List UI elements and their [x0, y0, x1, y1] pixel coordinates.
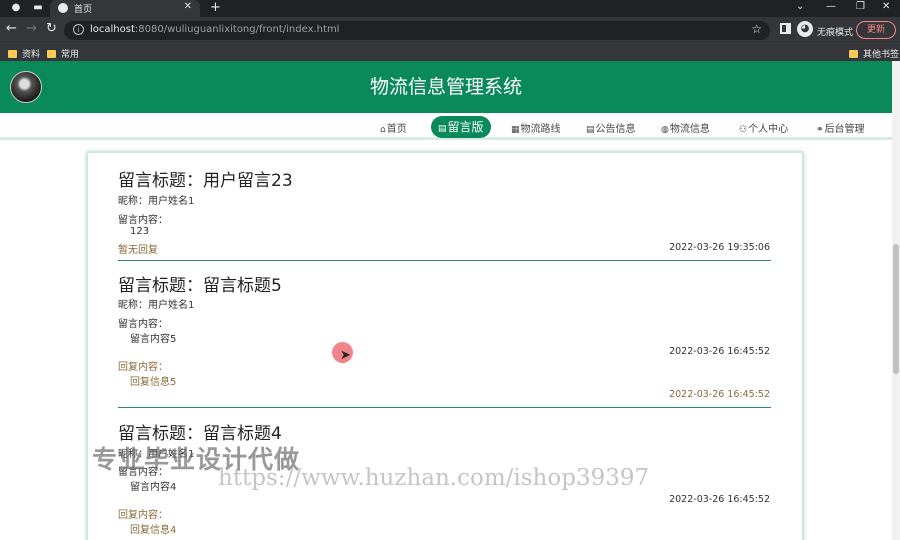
message-time: 2022-03-26 16:45:52	[669, 494, 770, 505]
message-content-label: 留言内容：	[118, 215, 168, 226]
close-icon[interactable]: ✕	[184, 1, 192, 12]
route-icon: ▦	[511, 125, 520, 135]
reply-label: 回复内容：	[118, 362, 168, 373]
nav-item-home[interactable]: ⌂首页	[380, 120, 407, 135]
main-nav: ⌂首页 ▤留言版 ▦物流路线 ▤公告信息 ◍物流信息 ⚇个人中心 ⚭后台管理	[0, 113, 892, 140]
message-content: 留言内容4	[130, 482, 177, 493]
message-content: 123	[130, 226, 150, 237]
user-icon: ⚇	[739, 125, 748, 135]
window-close-icon[interactable]: ✕	[882, 1, 890, 12]
url-text[interactable]: localhost:8080/wuliuguanlixitong/front/i…	[90, 24, 339, 35]
info-icon[interactable]: i	[73, 24, 84, 35]
reload-icon[interactable]: ↻	[46, 22, 57, 36]
minimize-icon[interactable]: —	[826, 1, 836, 12]
tab-title: 首页	[74, 5, 93, 15]
no-reply-label: 暂无回复	[118, 245, 158, 256]
incognito-icon[interactable]: ◕	[797, 21, 813, 37]
message-icon: ▤	[438, 124, 447, 134]
site-header: 物流信息管理系统	[0, 61, 892, 113]
mouse-pointer-icon: ➤	[340, 348, 351, 363]
bookmark-star-icon[interactable]: ☆	[751, 22, 762, 36]
message-content-label: 留言内容：	[118, 319, 168, 330]
site-title: 物流信息管理系统	[369, 76, 522, 98]
reply-content: 回复信息5	[130, 377, 177, 388]
divider	[118, 407, 771, 408]
side-panel-icon[interactable]	[780, 23, 791, 34]
bookmark-folder-2[interactable]: 常用	[47, 47, 79, 60]
bookmark-folder-1[interactable]: 资料	[8, 47, 40, 60]
scrollbar-thumb[interactable]	[893, 244, 899, 374]
bookmarks-bar: 资料 常用 其他书签	[0, 43, 900, 61]
chevron-down-icon[interactable]: ⌄	[796, 1, 804, 12]
message-title: 留言标题：用户留言23	[118, 171, 293, 191]
browser-menu-icon[interactable]: ●	[10, 2, 22, 14]
forward-icon[interactable]: →	[26, 22, 37, 36]
folder-icon	[849, 50, 858, 58]
reply-content: 回复信息4	[130, 525, 177, 536]
browser-tab-bar: ● ▬ 首页 ✕ + ⌄ — ❐ ✕	[0, 0, 900, 17]
other-bookmarks[interactable]: 其他书签	[849, 47, 899, 60]
nav-item-logistics[interactable]: ◍物流信息	[661, 120, 710, 135]
tab-icon[interactable]: ▬	[32, 2, 44, 14]
message-title: 留言标题：留言标题5	[118, 276, 282, 296]
folder-icon	[8, 50, 17, 58]
message-content: 留言内容5	[130, 334, 177, 345]
home-icon: ⌂	[380, 125, 386, 135]
scrollbar[interactable]	[892, 61, 900, 540]
divider	[118, 260, 771, 261]
nav-item-admin[interactable]: ⚭后台管理	[816, 120, 865, 135]
nav-item-notices[interactable]: ▤公告信息	[586, 120, 636, 135]
globe-icon: ◍	[661, 125, 669, 135]
link-icon: ⚭	[816, 125, 824, 135]
browser-toolbar: ← → ↻ i localhost:8080/wuliuguanlixitong…	[0, 17, 900, 43]
notice-icon: ▤	[586, 125, 595, 135]
nav-item-profile[interactable]: ⚇个人中心	[739, 120, 788, 135]
address-bar[interactable]: i localhost:8080/wuliuguanlixitong/front…	[64, 21, 770, 40]
nav-item-routes[interactable]: ▦物流路线	[511, 120, 561, 135]
back-icon[interactable]: ←	[6, 22, 17, 36]
message-nickname: 昵称：用户姓名1	[118, 196, 195, 207]
nav-item-guestbook[interactable]: ▤留言版	[431, 116, 491, 138]
watermark-url: https://www.huzhan.com/ishop39397	[218, 465, 650, 491]
reply-label: 回复内容：	[118, 510, 168, 521]
new-tab-button[interactable]: +	[210, 0, 221, 15]
tab-home[interactable]: 首页 ✕	[50, 0, 200, 17]
profile-label[interactable]: 无痕模式	[817, 25, 853, 38]
message-nickname: 昵称：用户姓名1	[118, 300, 195, 311]
globe-icon	[58, 3, 68, 13]
reply-time: 2022-03-26 16:45:52	[669, 389, 770, 400]
message-time: 2022-03-26 19:35:06	[669, 242, 770, 253]
folder-icon	[47, 50, 56, 58]
message-time: 2022-03-26 16:45:52	[669, 346, 770, 357]
update-button[interactable]: 更新	[856, 21, 896, 39]
restore-icon[interactable]: ❐	[856, 1, 865, 12]
